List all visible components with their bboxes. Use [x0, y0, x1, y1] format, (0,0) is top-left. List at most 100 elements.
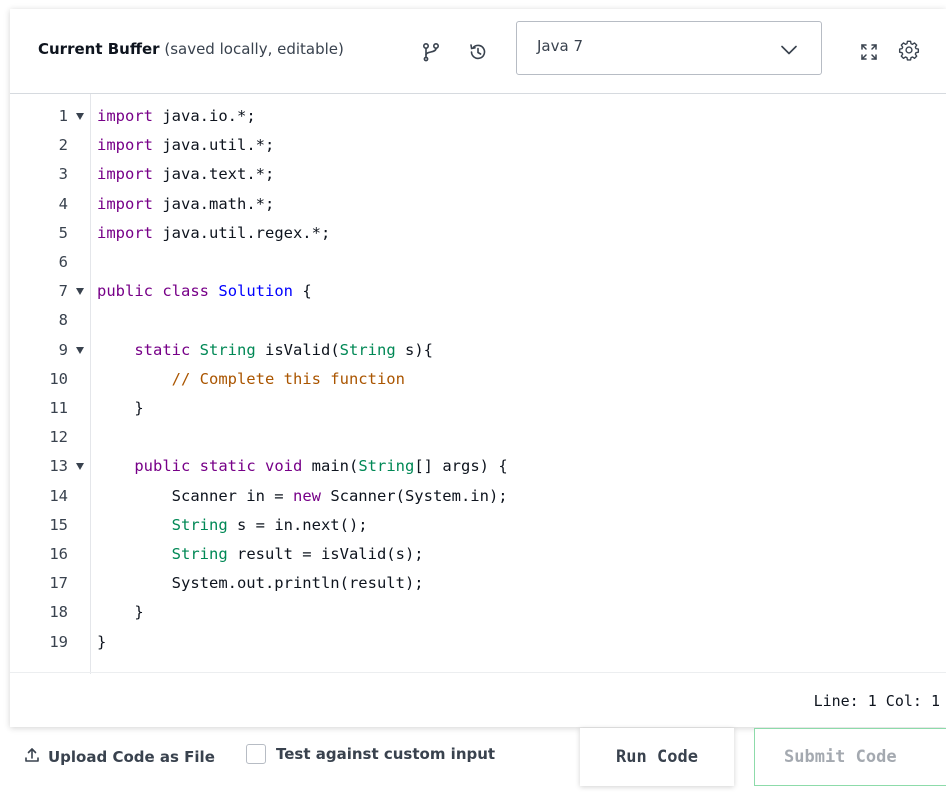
code-text: static String isValid(String s){: [97, 341, 433, 359]
code-text: import java.text.*;: [97, 165, 274, 183]
line-number: 2: [58, 136, 68, 155]
custom-input-toggle[interactable]: Test against custom input: [246, 744, 495, 764]
buffer-title-note: (saved locally, editable): [164, 40, 344, 58]
code-token: import: [97, 107, 153, 125]
submit-code-button[interactable]: Submit Code: [754, 728, 946, 786]
code-token: import: [97, 136, 153, 155]
code-line[interactable]: 15 String s = in.next();: [10, 511, 946, 540]
language-select-value: Java 7: [537, 37, 583, 55]
code-line[interactable]: 9 static String isValid(String s){: [10, 336, 946, 365]
code-editor[interactable]: 1 import java.io.*; 2 import java.util.*; 3 i…: [10, 94, 946, 674]
code-token: java.io.*;: [153, 107, 256, 125]
code-text: }: [97, 633, 106, 651]
code-token: Solution: [218, 282, 294, 301]
code-line[interactable]: 2 import java.util.*;: [10, 131, 946, 160]
code-token: }: [134, 603, 144, 622]
code-line[interactable]: 3 import java.text.*;: [10, 160, 946, 189]
code-token: import: [97, 194, 153, 213]
code-line[interactable]: 16 String result = isValid(s);: [10, 540, 946, 569]
branch-icon[interactable]: [420, 41, 442, 63]
code-line[interactable]: 7 public class Solution {: [10, 277, 946, 306]
code-token: java.math.*;: [153, 194, 275, 213]
code-token: java.util.regex.*;: [153, 223, 331, 242]
history-icon[interactable]: [467, 41, 489, 63]
line-number: 14: [49, 486, 68, 505]
code-token: import: [97, 165, 153, 184]
code-text: String s = in.next();: [97, 516, 368, 534]
upload-code-label: Upload Code as File: [48, 748, 215, 766]
fold-arrow-icon[interactable]: [76, 346, 84, 354]
code-line[interactable]: 18 }: [10, 598, 946, 627]
language-select[interactable]: Java 7: [516, 21, 822, 75]
code-token: {: [293, 282, 312, 301]
code-line[interactable]: 5 import java.util.regex.*;: [10, 219, 946, 248]
buffer-title-bold: Current Buffer: [38, 40, 160, 58]
code-line[interactable]: 8: [10, 306, 946, 335]
code-line[interactable]: 4 import java.math.*;: [10, 190, 946, 219]
line-number: 10: [49, 369, 68, 388]
code-token: // Complete this function: [171, 369, 405, 388]
run-code-button[interactable]: Run Code: [580, 728, 734, 786]
code-text: import java.math.*;: [97, 195, 274, 213]
editor-status-bar: Line: 1 Col: 1: [10, 672, 946, 728]
code-line[interactable]: 13 public static void main(String[] args…: [10, 452, 946, 481]
line-number: 17: [49, 574, 68, 593]
code-token: java.text.*;: [153, 165, 275, 184]
editor-header: Current Buffer (saved locally, editable)…: [10, 9, 946, 94]
code-text: public class Solution {: [97, 282, 312, 300]
settings-icon[interactable]: [898, 39, 920, 61]
code-token: java.util.*;: [153, 136, 275, 155]
code-line[interactable]: 6: [10, 248, 946, 277]
code-token: new: [292, 486, 321, 505]
fold-arrow-icon[interactable]: [76, 463, 84, 471]
cursor-position: Line: 1 Col: 1: [813, 692, 940, 710]
code-token: Scanner(System.in);: [320, 486, 508, 505]
custom-input-label: Test against custom input: [276, 745, 496, 763]
fold-arrow-icon[interactable]: [76, 113, 84, 120]
code-line[interactable]: 1 import java.io.*;: [10, 102, 946, 131]
code-line[interactable]: 19}: [10, 628, 946, 657]
code-token: public: [97, 282, 153, 301]
code-token: static: [199, 457, 256, 476]
line-number: 11: [49, 399, 68, 417]
line-number: 9: [58, 340, 68, 359]
code-token: System.out.println(result);: [171, 574, 424, 593]
code-token: result = isValid(s);: [227, 545, 424, 563]
code-line[interactable]: 14 Scanner in = new Scanner(System.in);: [10, 482, 946, 511]
line-number: 18: [49, 603, 68, 622]
code-token: static: [134, 340, 191, 359]
code-token: }: [97, 632, 107, 651]
code-line[interactable]: 10 // Complete this function: [10, 365, 946, 394]
code-token: String: [339, 340, 396, 359]
fold-arrow-icon[interactable]: [76, 288, 84, 296]
line-number: 13: [49, 457, 68, 476]
line-number: 6: [58, 253, 68, 271]
code-line[interactable]: 17 System.out.println(result);: [10, 569, 946, 598]
code-token: import: [97, 223, 153, 242]
code-text: String result = isValid(s);: [97, 545, 424, 563]
code-token: Scanner in =: [171, 486, 293, 505]
line-number: 3: [58, 165, 68, 184]
code-token: String: [199, 340, 256, 359]
code-token: }: [134, 399, 144, 417]
code-token: s){: [395, 340, 433, 359]
code-line[interactable]: 11 }: [10, 394, 946, 423]
upload-code-button[interactable]: Upload Code as File: [24, 745, 215, 769]
code-token: isValid(: [255, 340, 340, 359]
expand-icon[interactable]: [858, 41, 880, 63]
code-token: String: [358, 457, 415, 476]
code-line[interactable]: 12: [10, 423, 946, 452]
custom-input-checkbox[interactable]: [246, 744, 266, 764]
line-number: 8: [58, 311, 68, 330]
line-number: 4: [58, 194, 68, 213]
code-editor-panel: Current Buffer (saved locally, editable)…: [10, 9, 946, 727]
upload-icon: [24, 747, 40, 767]
code-token: String: [171, 545, 228, 563]
code-text: System.out.println(result);: [97, 574, 424, 592]
